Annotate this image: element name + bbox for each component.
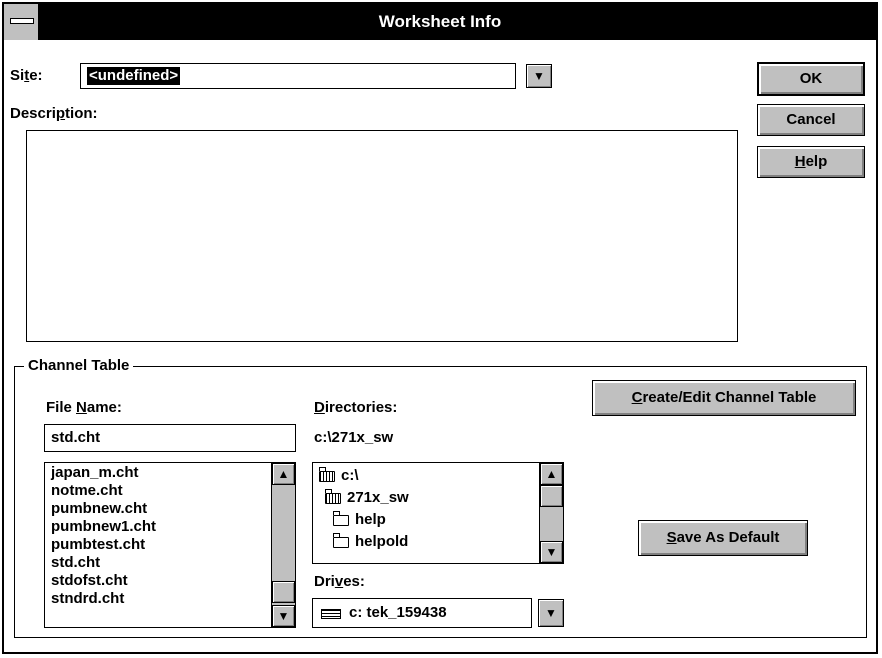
down-arrow-icon: ▼	[277, 609, 290, 623]
system-menu-button[interactable]	[4, 4, 40, 40]
directory-item[interactable]: helpold	[313, 531, 538, 553]
open-folder-icon	[318, 466, 335, 482]
dropdown-arrow-icon: ▼	[533, 69, 545, 83]
site-label: Site:	[10, 67, 43, 84]
down-arrow-icon: ▼	[545, 545, 558, 559]
file-item[interactable]: stdofst.cht	[45, 572, 270, 590]
file-listbox[interactable]: japan_m.cht notme.cht pumbnew.cht pumbne…	[44, 462, 296, 628]
site-dropdown-button[interactable]: ▼	[526, 64, 552, 88]
help-button[interactable]: Help	[757, 146, 865, 178]
file-item[interactable]: pumbnew1.cht	[45, 518, 270, 536]
scroll-thumb[interactable]	[272, 581, 295, 603]
system-menu-icon	[10, 18, 34, 24]
file-item[interactable]: pumbnew.cht	[45, 500, 270, 518]
file-item[interactable]: notme.cht	[45, 482, 270, 500]
drives-dropdown-button[interactable]: ▼	[538, 599, 564, 627]
folder-icon	[332, 510, 349, 526]
file-item[interactable]: stndrd.cht	[45, 590, 270, 608]
description-label: Description:	[10, 105, 98, 122]
directory-item[interactable]: help	[313, 509, 538, 531]
scroll-down-button[interactable]: ▼	[540, 541, 563, 563]
site-combobox[interactable]: <undefined>	[80, 63, 516, 89]
directory-listbox[interactable]: c:\ 271x_sw help helpold ▲ ▼	[312, 462, 564, 564]
dropdown-arrow-icon: ▼	[545, 606, 557, 620]
up-arrow-icon: ▲	[277, 467, 290, 481]
file-name-label: File Name:	[46, 399, 122, 416]
file-list-scrollbar[interactable]: ▲ ▼	[271, 463, 295, 627]
current-directory: c:\271x_sw	[314, 429, 394, 446]
scroll-thumb[interactable]	[540, 485, 563, 507]
scroll-up-button[interactable]: ▲	[540, 463, 563, 485]
directories-label: Directories:	[314, 399, 398, 416]
up-arrow-icon: ▲	[545, 467, 558, 481]
description-textarea[interactable]	[26, 130, 738, 342]
drives-label: Drives:	[314, 573, 365, 590]
cancel-button[interactable]: Cancel	[757, 104, 865, 136]
file-item[interactable]: japan_m.cht	[45, 464, 270, 482]
title-bar: Worksheet Info	[4, 4, 876, 40]
drives-combobox[interactable]: c: tek_159438	[312, 598, 532, 628]
folder-icon	[332, 532, 349, 548]
scroll-down-button[interactable]: ▼	[272, 605, 295, 627]
file-item[interactable]: std.cht	[45, 554, 270, 572]
create-edit-channel-table-button[interactable]: Create/Edit Channel Table	[592, 380, 856, 416]
ok-button[interactable]: OK	[757, 62, 865, 96]
save-as-default-button[interactable]: Save As Default	[638, 520, 808, 556]
directory-item[interactable]: 271x_sw	[313, 487, 538, 509]
file-item[interactable]: pumbtest.cht	[45, 536, 270, 554]
site-value[interactable]: <undefined>	[87, 67, 181, 85]
directory-item[interactable]: c:\	[313, 465, 538, 487]
channel-table-label: Channel Table	[24, 356, 134, 376]
directory-list-scrollbar[interactable]: ▲ ▼	[539, 463, 563, 563]
window-title: Worksheet Info	[378, 12, 502, 31]
file-name-input[interactable]: std.cht	[44, 424, 296, 452]
drive-icon	[321, 609, 341, 619]
open-folder-icon	[324, 488, 341, 504]
scroll-up-button[interactable]: ▲	[272, 463, 295, 485]
